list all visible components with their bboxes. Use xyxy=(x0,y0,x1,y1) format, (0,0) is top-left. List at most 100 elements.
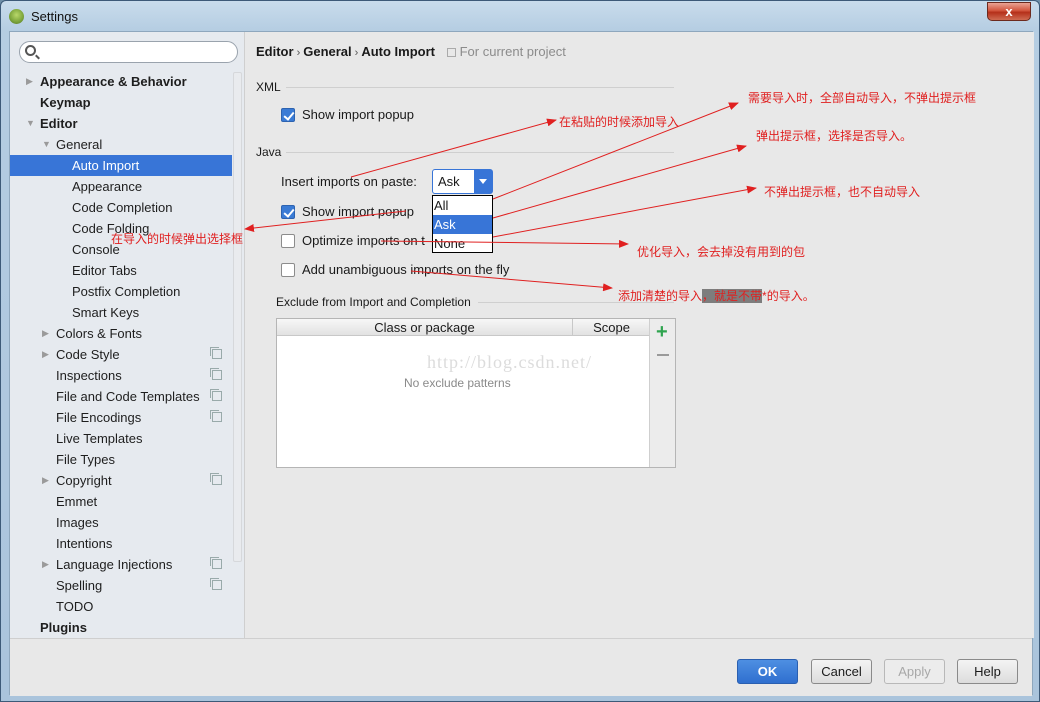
sidebar-item-label: Images xyxy=(56,515,99,530)
apply-button[interactable]: Apply xyxy=(884,659,945,684)
sidebar-item-editor[interactable]: ▼ Editor xyxy=(10,113,232,134)
breadcrumb-separator: › xyxy=(354,47,359,59)
sidebar-item-language-injections[interactable]: ▶ Language Injections xyxy=(10,554,232,575)
column-header-scope[interactable]: Scope xyxy=(574,319,649,336)
sidebar-item-label: Copyright xyxy=(56,473,112,488)
add-unambiguous-imports[interactable]: Add unambiguous imports on the fly xyxy=(281,262,509,277)
cancel-button[interactable]: Cancel xyxy=(811,659,872,684)
annotation-unambiguous-prefix: 添加清楚的导入 xyxy=(618,289,703,303)
insert-imports-combo[interactable]: Ask xyxy=(432,169,493,194)
expand-right-icon[interactable]: ▶ xyxy=(42,554,49,575)
dialog-footer: OK Cancel Apply Help xyxy=(10,638,1032,696)
sidebar-item-label: Postfix Completion xyxy=(72,284,181,299)
exclude-table: Class or package Scope http://blog.csdn.… xyxy=(276,318,676,468)
xml-show-import-popup-checkbox[interactable] xyxy=(281,107,295,122)
annotation-paste: 在粘贴的时候添加导入 xyxy=(559,115,680,129)
sidebar-item-postfix-completion[interactable]: Postfix Completion xyxy=(10,281,232,302)
watermark: http://blog.csdn.net/ xyxy=(427,352,592,372)
java-show-import-popup[interactable]: Show import popup xyxy=(281,204,414,219)
sidebar-scrollbar[interactable] xyxy=(233,72,242,562)
optimize-imports-label: Optimize imports on t xyxy=(302,233,425,248)
settings-search-input[interactable] xyxy=(19,41,238,63)
dropdown-option-ask[interactable]: Ask xyxy=(433,215,492,234)
annotation-popup: 在导入的时候弹出选择框 xyxy=(111,232,244,246)
sidebar-item-plugins[interactable]: Plugins xyxy=(10,617,232,638)
sidebar-item-file-and-code-templates[interactable]: File and Code Templates xyxy=(10,386,232,407)
annotation-ask: 弹出提示框，选择是否导入。 xyxy=(756,129,913,143)
project-scope-icon xyxy=(210,410,222,422)
sidebar-item-spelling[interactable]: Spelling xyxy=(10,575,232,596)
sidebar-item-label: File Types xyxy=(56,452,116,467)
column-header-class-or-package[interactable]: Class or package xyxy=(277,319,573,336)
sidebar-item-intentions[interactable]: Intentions xyxy=(10,533,232,554)
breadcrumb-auto-import: Auto Import xyxy=(361,44,435,59)
expand-right-icon[interactable]: ▶ xyxy=(42,344,49,365)
sidebar-item-label: Editor xyxy=(40,116,78,131)
insert-imports-label: Insert imports on paste: xyxy=(281,174,417,189)
sidebar-item-live-templates[interactable]: Live Templates xyxy=(10,428,232,449)
sidebar-item-label: Intentions xyxy=(56,536,113,551)
sidebar-item-auto-import[interactable]: Auto Import xyxy=(10,155,232,176)
sidebar-item-smart-keys[interactable]: Smart Keys xyxy=(10,302,232,323)
sidebar-item-copyright[interactable]: ▶ Copyright xyxy=(10,470,232,491)
sidebar-item-keymap[interactable]: Keymap xyxy=(10,92,232,113)
sidebar-item-appearance-behavior[interactable]: ▶ Appearance & Behavior xyxy=(10,71,232,92)
expand-right-icon[interactable]: ▶ xyxy=(42,323,49,344)
breadcrumb-general: General xyxy=(303,44,352,59)
optimize-imports[interactable]: Optimize imports on t xyxy=(281,233,425,248)
ok-button[interactable]: OK xyxy=(737,659,798,684)
sidebar-item-appearance[interactable]: Appearance xyxy=(10,176,232,197)
settings-sidebar: ▶ Appearance & Behavior Keymap ▼ Editor ▼ Gene… xyxy=(10,32,245,638)
sidebar-item-label: Spelling xyxy=(56,578,103,593)
sidebar-item-todo[interactable]: TODO xyxy=(10,596,232,617)
sidebar-item-label: Inspections xyxy=(56,368,122,383)
project-scope-icon xyxy=(210,368,222,380)
breadcrumb: Editor › General › Auto Import For current p… xyxy=(256,44,566,59)
sidebar-item-label: Keymap xyxy=(40,95,91,110)
add-unambiguous-imports-checkbox[interactable] xyxy=(281,262,295,277)
expand-down-icon[interactable]: ▼ xyxy=(26,113,35,134)
sidebar-item-emmet[interactable]: Emmet xyxy=(10,491,232,512)
sidebar-item-label: TODO xyxy=(56,599,94,614)
sidebar-item-inspections[interactable]: Inspections xyxy=(10,365,232,386)
annotation-unambiguous-suffix: *的导入。 xyxy=(762,289,815,303)
sidebar-item-code-style[interactable]: ▶ Code Style xyxy=(10,344,232,365)
java-show-import-popup-checkbox[interactable] xyxy=(281,204,295,219)
remove-icon[interactable] xyxy=(657,354,669,356)
sidebar-item-colors-fonts[interactable]: ▶ Colors & Fonts xyxy=(10,323,232,344)
help-button[interactable]: Help xyxy=(957,659,1018,684)
android-studio-icon xyxy=(9,9,24,24)
insert-imports-value: Ask xyxy=(438,174,460,189)
expand-right-icon[interactable]: ▶ xyxy=(26,71,33,92)
sidebar-item-file-encodings[interactable]: File Encodings xyxy=(10,407,232,428)
add-icon[interactable]: + xyxy=(656,322,668,342)
project-scope-icon xyxy=(446,48,456,57)
dropdown-option-all[interactable]: All xyxy=(433,196,492,215)
sidebar-item-label: Appearance xyxy=(72,179,143,194)
expand-right-icon[interactable]: ▶ xyxy=(42,470,49,491)
java-show-import-popup-label: Show import popup xyxy=(302,204,415,219)
xml-section-label: XML xyxy=(256,80,281,94)
exclude-table-header: Class or package Scope xyxy=(277,319,649,336)
xml-show-import-popup[interactable]: Show import popup xyxy=(281,107,414,122)
sidebar-item-label: Language Injections xyxy=(56,557,173,572)
sidebar-item-label: Code Style xyxy=(56,347,120,362)
sidebar-item-general[interactable]: ▼ General xyxy=(10,134,232,155)
sidebar-item-images[interactable]: Images xyxy=(10,512,232,533)
settings-window: Settings x ▶ Appearance & Behavior Keymap ▼… xyxy=(0,0,1040,702)
sidebar-item-editor-tabs[interactable]: Editor Tabs xyxy=(10,260,232,281)
empty-table-message: No exclude patterns xyxy=(404,376,511,390)
sidebar-item-code-completion[interactable]: Code Completion xyxy=(10,197,232,218)
breadcrumb-editor: Editor xyxy=(256,44,294,59)
sidebar-item-label: File Encodings xyxy=(56,410,142,425)
dropdown-option-none[interactable]: None xyxy=(433,234,492,253)
title-bar[interactable]: Settings x xyxy=(1,1,1039,31)
search-icon xyxy=(25,45,36,56)
scope-note-text: For current project xyxy=(459,44,566,59)
chevron-down-icon[interactable] xyxy=(474,170,492,193)
optimize-imports-checkbox[interactable] xyxy=(281,233,295,248)
sidebar-item-label: Emmet xyxy=(56,494,98,509)
sidebar-item-file-types[interactable]: File Types xyxy=(10,449,232,470)
expand-down-icon[interactable]: ▼ xyxy=(42,134,51,155)
close-button[interactable]: x xyxy=(987,2,1031,21)
